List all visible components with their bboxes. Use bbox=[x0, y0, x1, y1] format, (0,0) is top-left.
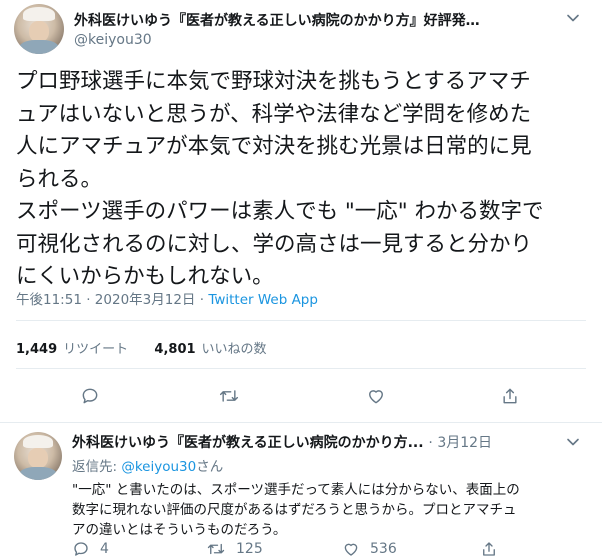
retweet-icon bbox=[219, 390, 239, 402]
reply-text: "一応" と書いたのは、スポーツ選手だって素人には分からない、表面上の 数字に現… bbox=[72, 480, 587, 540]
reply-count: 4 bbox=[100, 541, 109, 557]
divider bbox=[0, 422, 602, 423]
likes-count: 4,801 bbox=[154, 342, 196, 357]
reply-to-handle[interactable]: @keiyou30 bbox=[121, 459, 196, 475]
author-handle[interactable]: @keiyou30 bbox=[74, 32, 152, 48]
tweet-line: 人にアマチュアが本気で対決を挑む光景は日常的に見 bbox=[16, 134, 532, 159]
tweet-stats: 1,449 リツイート 4,801 いいねの数 bbox=[16, 338, 267, 357]
tweet-time[interactable]: 午後11:51 bbox=[16, 292, 82, 308]
likes-label: いいねの数 bbox=[201, 342, 267, 357]
tweet-line: ュアはいないと思うが、科学や法律など学問を修めた bbox=[16, 101, 532, 127]
retweet-button[interactable] bbox=[218, 386, 240, 406]
replying-to: 返信先: @keiyou30さん bbox=[72, 455, 223, 475]
tweet-line: スポーツ選手のパワーは素人でも "一応" わかる数字で bbox=[16, 199, 544, 224]
meta-separator: · bbox=[86, 292, 91, 308]
chevron-down-icon[interactable] bbox=[566, 10, 580, 29]
reply-icon bbox=[74, 542, 88, 556]
tweet-meta: 午後11:51 · 2020年3月12日 · Twitter Web App bbox=[16, 288, 318, 308]
reply-line: アの違いとはそういうものだろう。 bbox=[72, 522, 287, 538]
tweet-line: 可視化されるのに対し、学の高さは一見すると分かり bbox=[16, 231, 533, 257]
reply-date[interactable]: · 3月12日 bbox=[428, 435, 492, 451]
reply-line: 数字に現れない評価の尺度があるはずだろうと思うから。プロとアマチュ bbox=[72, 502, 517, 518]
like-button[interactable] bbox=[366, 386, 386, 406]
reply-header: 外科医けいゆう『医者が教える正しい病院のかかり方... · 3月12日 bbox=[72, 432, 562, 452]
retweets-stat[interactable]: 1,449 リツイート bbox=[16, 342, 128, 357]
author-name[interactable]: 外科医けいゆう『医者が教える正しい病院のかかり方』好評発… bbox=[74, 10, 544, 30]
share-button[interactable] bbox=[500, 386, 520, 406]
reply-retweet-button[interactable]: 125 bbox=[206, 540, 263, 558]
divider bbox=[16, 368, 586, 369]
likes-stat[interactable]: 4,801 いいねの数 bbox=[154, 342, 266, 357]
like-count: 536 bbox=[370, 541, 397, 557]
divider bbox=[16, 320, 586, 321]
reply-share-button[interactable] bbox=[480, 540, 498, 558]
tweet-line: られる。 bbox=[16, 166, 103, 192]
like-icon bbox=[369, 390, 383, 404]
reply-line: "一応" と書いたのは、スポーツ選手だって素人には分からない、表面上の bbox=[72, 482, 520, 498]
reply-like-button[interactable]: 536 bbox=[342, 540, 397, 558]
like-icon bbox=[344, 543, 358, 556]
reply-author-name[interactable]: 外科医けいゆう『医者が教える正しい病院のかかり方... bbox=[72, 435, 424, 451]
retweets-label: リツイート bbox=[63, 342, 129, 357]
share-icon bbox=[483, 542, 495, 556]
reply-icon bbox=[82, 388, 98, 404]
retweet-icon bbox=[207, 543, 225, 555]
retweets-count: 1,449 bbox=[16, 342, 58, 357]
tweet-date[interactable]: 2020年3月12日 bbox=[95, 292, 196, 308]
reply-reply-button[interactable]: 4 bbox=[72, 540, 109, 558]
tweet-line: プロ野球選手に本気で野球対決を挑もうとするアマチ bbox=[16, 69, 531, 94]
reply-prefix: 返信先: bbox=[72, 459, 122, 475]
reply-button[interactable] bbox=[80, 386, 100, 406]
avatar[interactable] bbox=[14, 4, 64, 54]
reply-avatar[interactable] bbox=[14, 432, 62, 480]
tweet-source[interactable]: Twitter Web App bbox=[208, 292, 318, 308]
meta-separator: · bbox=[199, 292, 205, 308]
share-icon bbox=[503, 388, 517, 404]
chevron-down-icon[interactable] bbox=[566, 434, 580, 453]
retweet-count: 125 bbox=[236, 541, 263, 557]
tweet-text: プロ野球選手に本気で野球対決を挑もうとするアマチ ュアはいないと思うが、科学や法… bbox=[16, 66, 586, 294]
reply-suffix: さん bbox=[196, 459, 224, 475]
